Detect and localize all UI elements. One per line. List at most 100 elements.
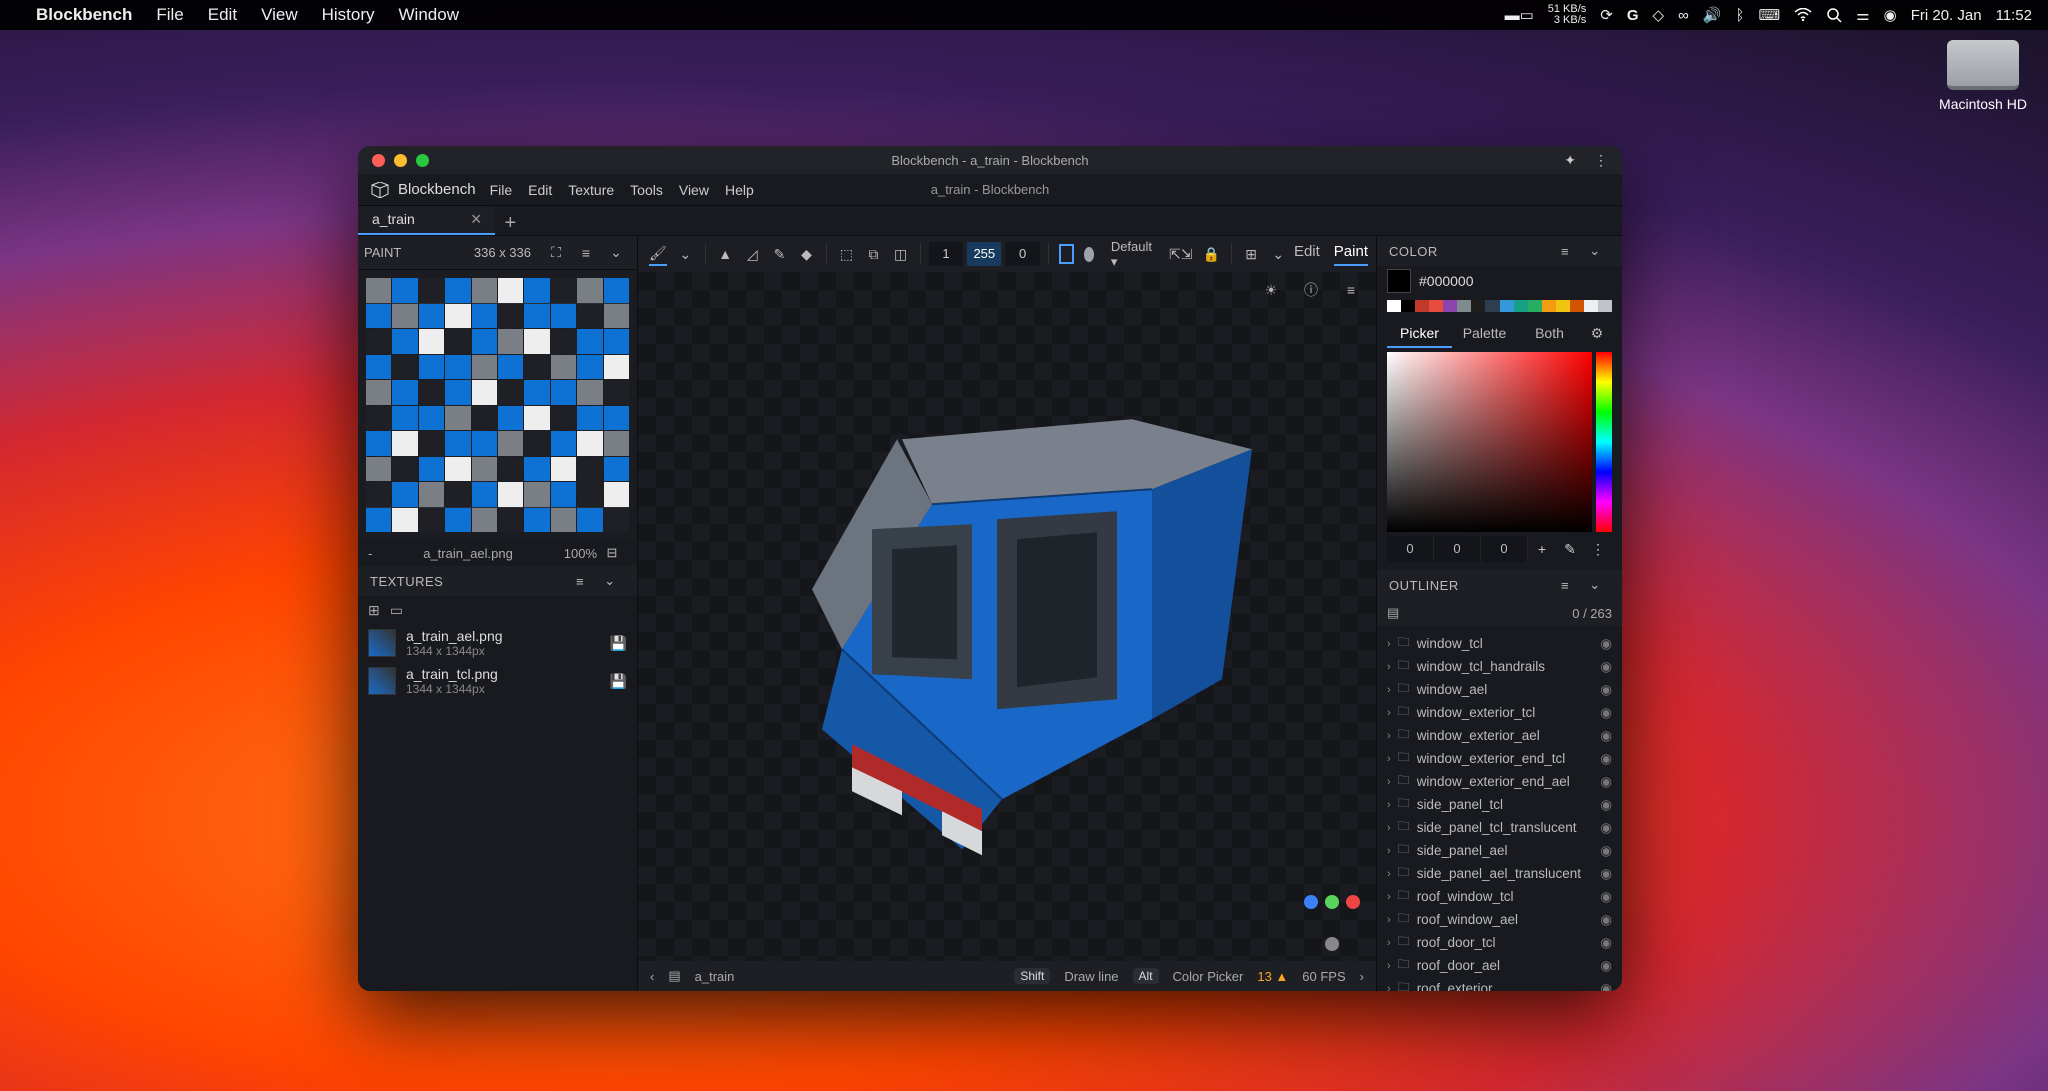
fullscreen-icon[interactable]: ⛶ <box>544 241 568 265</box>
visibility-icon[interactable]: ◉ <box>1600 797 1612 813</box>
round-brush-button[interactable] <box>1084 247 1094 262</box>
expand-icon[interactable]: › <box>1387 776 1391 788</box>
expand-icon[interactable]: › <box>1387 661 1391 673</box>
copy-icon[interactable]: ⧉ <box>865 242 882 266</box>
outliner-item[interactable]: ›🗀side_panel_ael_translucent◉ <box>1377 862 1622 885</box>
tab-close-button[interactable]: × <box>471 209 482 230</box>
visibility-icon[interactable]: ◉ <box>1600 682 1612 698</box>
palette-swatch[interactable] <box>1387 300 1401 312</box>
save-icon[interactable]: 💾 <box>610 673 627 690</box>
rgb-r-input[interactable]: 0 <box>1387 536 1434 562</box>
outliner-item[interactable]: ›🗀window_exterior_ael◉ <box>1377 724 1622 747</box>
visibility-icon[interactable]: ◉ <box>1600 636 1612 652</box>
outliner-item[interactable]: ›🗀roof_window_tcl◉ <box>1377 885 1622 908</box>
fill-icon[interactable]: ▲ <box>717 242 734 266</box>
add-texture-button[interactable]: ⊞ <box>368 602 380 619</box>
expand-icon[interactable]: › <box>1387 937 1391 949</box>
options-icon[interactable]: ≡ <box>1553 573 1577 597</box>
menubar-date[interactable]: Fri 20. Jan <box>1911 7 1982 24</box>
mode-edit[interactable]: Edit <box>1294 243 1320 266</box>
expand-icon[interactable]: › <box>1387 799 1391 811</box>
chevron-down-icon[interactable]: ⌄ <box>1583 573 1607 597</box>
visibility-icon[interactable]: ◉ <box>1600 659 1612 675</box>
expand-icon[interactable]: › <box>1387 730 1391 742</box>
expand-icon[interactable]: › <box>1387 868 1391 880</box>
outliner-item[interactable]: ›🗀window_exterior_end_tcl◉ <box>1377 747 1622 770</box>
visibility-icon[interactable]: ◉ <box>1600 935 1612 951</box>
expand-icon[interactable]: › <box>1387 891 1391 903</box>
square-brush-button[interactable] <box>1059 244 1074 264</box>
outliner-tree[interactable]: ›🗀window_tcl◉›🗀window_tcl_handrails◉›🗀wi… <box>1377 632 1622 991</box>
outliner-item[interactable]: ›🗀roof_door_ael◉ <box>1377 954 1622 977</box>
visibility-icon[interactable]: ◉ <box>1600 728 1612 744</box>
shape-icon[interactable]: ◆ <box>798 242 815 266</box>
orientation-gizmo[interactable] <box>1304 895 1360 951</box>
menu-icon[interactable]: ≡ <box>1339 278 1363 302</box>
new-folder-button[interactable]: ▭ <box>390 602 403 619</box>
new-tab-button[interactable]: + <box>495 212 525 235</box>
app-menu-view[interactable]: View <box>679 182 709 198</box>
prev-button[interactable]: ‹ <box>650 969 654 984</box>
extension-icon[interactable]: ✦ <box>1564 152 1576 169</box>
chevron-down-icon[interactable]: ⌄ <box>1270 242 1287 266</box>
palette-swatch[interactable] <box>1415 300 1429 312</box>
palette-swatch[interactable] <box>1401 300 1415 312</box>
color-tab-palette[interactable]: Palette <box>1452 318 1517 348</box>
palette-swatch[interactable] <box>1528 300 1542 312</box>
outliner-item[interactable]: ›🗀roof_window_ael◉ <box>1377 908 1622 931</box>
eraser-icon[interactable]: ◿ <box>744 242 761 266</box>
palette-swatch[interactable] <box>1429 300 1443 312</box>
chevron-down-icon[interactable]: ⌄ <box>604 241 628 265</box>
infinity-icon[interactable]: ∞ <box>1678 7 1689 24</box>
app-menu-texture[interactable]: Texture <box>568 182 614 198</box>
visibility-icon[interactable]: ◉ <box>1600 705 1612 721</box>
options-icon[interactable]: ≡ <box>574 241 598 265</box>
expand-icon[interactable]: › <box>1387 822 1391 834</box>
outliner-item[interactable]: ›🗀roof_exterior◉ <box>1377 977 1622 991</box>
sync-icon[interactable]: ⟳ <box>1600 6 1613 24</box>
window-titlebar[interactable]: Blockbench - a_train - Blockbench ✦ ⋮ <box>358 146 1622 174</box>
app-menu-tools[interactable]: Tools <box>630 182 663 198</box>
expand-icon[interactable]: › <box>1387 845 1391 857</box>
hue-slider[interactable] <box>1596 352 1612 532</box>
texture-item[interactable]: a_train_ael.png 1344 x 1344px 💾 <box>358 624 637 662</box>
menubar-file[interactable]: File <box>156 5 183 25</box>
color-hex-value[interactable]: #000000 <box>1419 273 1474 289</box>
add-color-button[interactable]: + <box>1528 536 1556 562</box>
outliner-item[interactable]: ›🗀side_panel_tcl_translucent◉ <box>1377 816 1622 839</box>
expand-icon[interactable]: › <box>1387 638 1391 650</box>
volume-icon[interactable]: 🔊 <box>1703 6 1722 24</box>
tab-a-train[interactable]: a_train × <box>358 205 495 235</box>
uv-layers-icon[interactable]: ⊟ <box>600 541 624 565</box>
brush-shape-select[interactable]: Default ▾ <box>1101 239 1162 270</box>
expand-icon[interactable]: › <box>1387 983 1391 992</box>
outliner-item[interactable]: ›🗀window_tcl◉ <box>1377 632 1622 655</box>
palette-swatch[interactable] <box>1556 300 1570 312</box>
outliner-item[interactable]: ›🗀side_panel_ael◉ <box>1377 839 1622 862</box>
outliner-item[interactable]: ›🗀window_tcl_handrails◉ <box>1377 655 1622 678</box>
visibility-icon[interactable]: ◉ <box>1600 774 1612 790</box>
palette-swatch[interactable] <box>1485 300 1499 312</box>
eyedropper-icon[interactable]: ✎ <box>771 242 788 266</box>
palette-swatch[interactable] <box>1443 300 1457 312</box>
minimize-window-button[interactable] <box>394 154 407 167</box>
uv-editor[interactable] <box>358 270 637 540</box>
gear-icon[interactable]: ⚙ <box>1582 318 1612 348</box>
app-menu-help[interactable]: Help <box>725 182 754 198</box>
stack-icon[interactable]: ▤ <box>668 968 680 984</box>
visibility-icon[interactable]: ◉ <box>1600 981 1612 992</box>
desktop-hd-icon[interactable]: Macintosh HD <box>1938 40 2028 112</box>
menubar-history[interactable]: History <box>322 5 375 25</box>
visibility-icon[interactable]: ◉ <box>1600 843 1612 859</box>
visibility-icon[interactable]: ◉ <box>1600 912 1612 928</box>
options-icon[interactable]: ≡ <box>568 569 592 593</box>
brush-softness-input[interactable]: 0 <box>1005 242 1039 266</box>
clock-icon[interactable]: ◉ <box>1884 6 1897 24</box>
outliner-item[interactable]: ›🗀window_ael◉ <box>1377 678 1622 701</box>
3d-model[interactable] <box>722 369 1262 879</box>
chevron-down-icon[interactable]: ⌄ <box>598 569 622 593</box>
chevron-down-icon[interactable]: ⌄ <box>1583 239 1607 263</box>
info-icon[interactable]: ⓘ <box>1299 278 1323 302</box>
texture-item[interactable]: a_train_tcl.png 1344 x 1344px 💾 <box>358 662 637 700</box>
outliner-item[interactable]: ›🗀window_exterior_end_ael◉ <box>1377 770 1622 793</box>
